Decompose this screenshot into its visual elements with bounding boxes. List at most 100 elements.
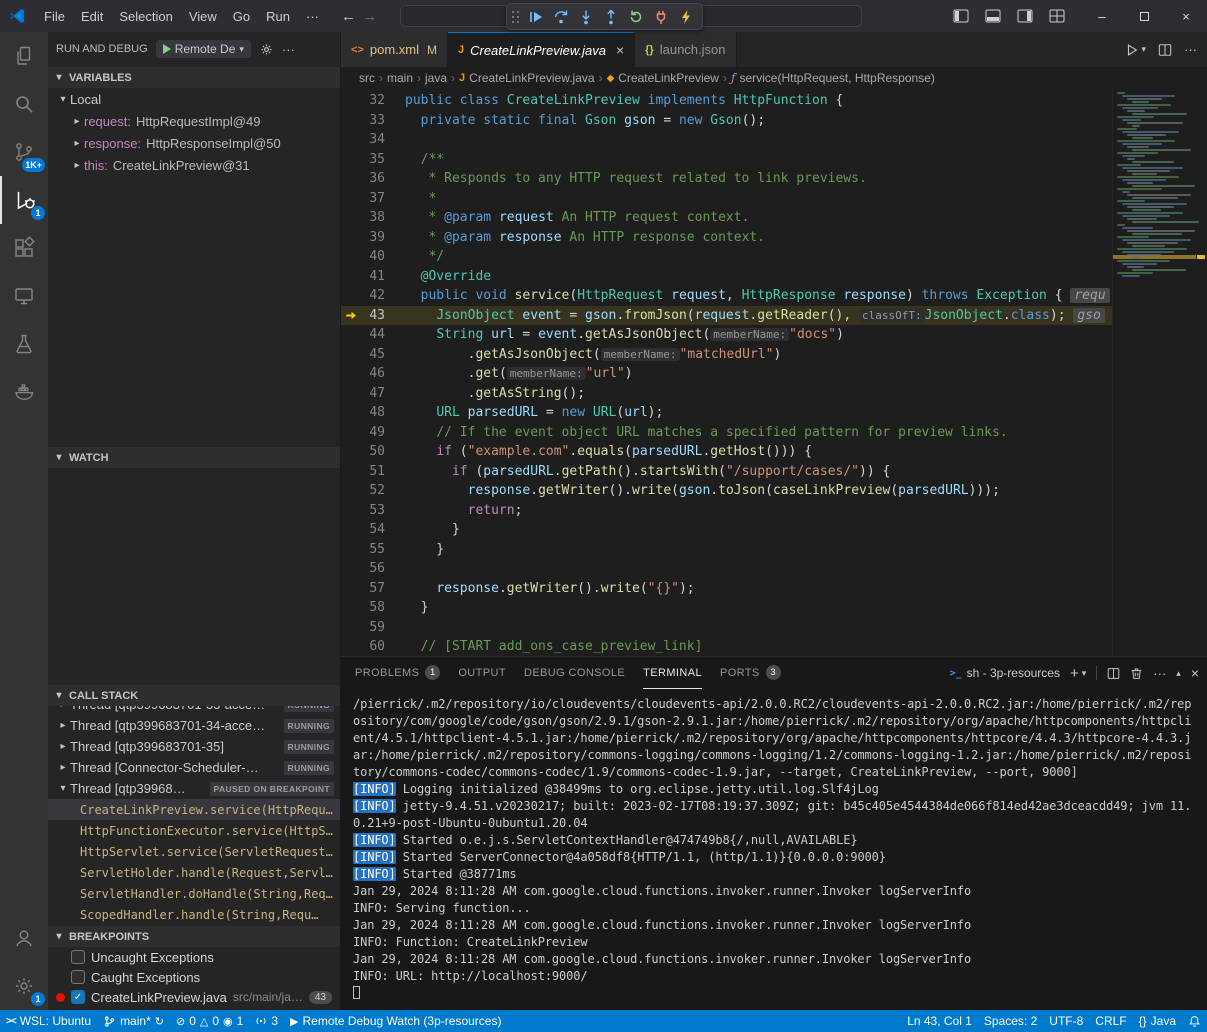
code-line-38[interactable]: 38 * @param request An HTTP request cont… [341, 208, 1112, 228]
tab-output[interactable]: OUTPUT [458, 657, 506, 689]
line-number-gutter[interactable]: 34 [341, 130, 405, 150]
hot-code-replace-icon[interactable] [674, 5, 697, 28]
code-line-59[interactable]: 59 [341, 618, 1112, 638]
code-line-36[interactable]: 36 * Responds to any HTTP request relate… [341, 169, 1112, 189]
run-file-button[interactable]: ▾ [1125, 43, 1146, 57]
line-number-gutter[interactable]: 50 [341, 442, 405, 462]
line-number-gutter[interactable]: 42 [341, 286, 405, 306]
breadcrumb-class[interactable]: CreateLinkPreview [618, 71, 719, 85]
code-line-56[interactable]: 56 [341, 559, 1112, 579]
tab-createlinkpreview-java[interactable]: J CreateLinkPreview.java × [448, 32, 635, 67]
breadcrumb-main[interactable]: main [387, 71, 413, 85]
call-stack-section-header[interactable]: ▾ CALL STACK [48, 684, 340, 706]
line-number-gutter[interactable]: 54 [341, 520, 405, 540]
code-line-48[interactable]: 48 URL parsedURL = new URL(url); [341, 403, 1112, 423]
line-number-gutter[interactable]: 59 [341, 618, 405, 638]
code-line-43[interactable]: 43 JsonObject event = gson.fromJson(requ… [341, 306, 1112, 326]
maximize-button[interactable] [1123, 0, 1165, 32]
tab-debug-console[interactable]: DEBUG CONSOLE [524, 657, 625, 689]
stack-frame-row[interactable]: ServletHandler.doHandle(String,Reque… [48, 883, 340, 904]
thread-row[interactable]: ▸Thread [Connector-Scheduler-…RUNNING [48, 757, 340, 778]
code-line-52[interactable]: 52 response.getWriter().write(gson.toJso… [341, 481, 1112, 501]
line-number-gutter[interactable]: 32 [341, 91, 405, 111]
stack-frame-row[interactable]: CreateLinkPreview.service(HttpReques… [48, 799, 340, 820]
code-line-51[interactable]: 51 if (parsedURL.getPath().startsWith("/… [341, 462, 1112, 482]
breakpoint-row[interactable]: Uncaught Exceptions [48, 947, 340, 967]
code-line-50[interactable]: 50 if ("example.com".equals(parsedURL.ge… [341, 442, 1112, 462]
forward-arrow-icon[interactable]: → [362, 8, 377, 25]
debug-step-into-icon[interactable] [574, 5, 597, 28]
activity-explorer-icon[interactable] [0, 32, 48, 80]
line-number-gutter[interactable]: 58 [341, 598, 405, 618]
line-number-gutter[interactable]: 60 [341, 637, 405, 656]
menu-edit[interactable]: Edit [73, 5, 111, 28]
code-line-54[interactable]: 54 } [341, 520, 1112, 540]
eol-status[interactable]: CRLF [1089, 1010, 1132, 1032]
toggle-panel-icon[interactable] [979, 4, 1007, 28]
code-line-55[interactable]: 55 } [341, 540, 1112, 560]
line-number-gutter[interactable]: 57 [341, 579, 405, 599]
code-lines[interactable]: 32public class CreateLinkPreview impleme… [341, 91, 1112, 656]
encoding-status[interactable]: UTF-8 [1043, 1010, 1089, 1032]
code-line-42[interactable]: 42 public void service(HttpRequest reque… [341, 286, 1112, 306]
code-line-39[interactable]: 39 * @param response An HTTP response co… [341, 228, 1112, 248]
thread-row[interactable]: ▸Thread [qtp399683701-33-acce…RUNNING [48, 706, 340, 715]
breakpoints-section-header[interactable]: ▾ BREAKPOINTS [48, 925, 340, 947]
close-window-button[interactable]: × [1165, 0, 1207, 32]
line-number-gutter[interactable]: 43 [341, 306, 405, 326]
split-terminal-icon[interactable] [1107, 667, 1120, 680]
stack-frame-row[interactable]: ServletHolder.handle(Request,Servlet… [48, 862, 340, 883]
debug-continue-icon[interactable] [524, 5, 547, 28]
debug-restart-icon[interactable] [624, 5, 647, 28]
line-number-gutter[interactable]: 56 [341, 559, 405, 579]
debug-task-status[interactable]: ▶ Remote Debug Watch (3p-resources) [284, 1010, 507, 1032]
line-number-gutter[interactable]: 39 [341, 228, 405, 248]
activity-extensions-icon[interactable] [0, 224, 48, 272]
code-line-41[interactable]: 41 @Override [341, 267, 1112, 287]
problems-status[interactable]: ⊘0 △0 ◉1 [170, 1010, 249, 1032]
sidebar-more-actions-icon[interactable]: ··· [282, 42, 295, 57]
maximize-panel-icon[interactable]: ▴ [1176, 668, 1181, 679]
menu-go[interactable]: Go [225, 5, 258, 28]
code-line-47[interactable]: 47 .getAsString(); [341, 384, 1112, 404]
variables-section-header[interactable]: ▾ VARIABLES [48, 66, 340, 88]
tab-launch-json[interactable]: {} launch.json [635, 32, 736, 67]
breakpoint-row[interactable]: Caught Exceptions [48, 967, 340, 987]
line-number-gutter[interactable]: 51 [341, 462, 405, 482]
line-number-gutter[interactable]: 47 [341, 384, 405, 404]
terminal-instance-select[interactable]: >_ sh - 3p-resources [950, 666, 1060, 680]
code-line-49[interactable]: 49 // If the event object URL matches a … [341, 423, 1112, 443]
tab-pom-xml[interactable]: <> pom.xml M [341, 32, 448, 67]
line-number-gutter[interactable]: 33 [341, 111, 405, 131]
activity-run-debug-icon[interactable]: 1 [0, 176, 48, 224]
cursor-position[interactable]: Ln 43, Col 1 [901, 1010, 978, 1032]
menu-selection[interactable]: Selection [111, 5, 180, 28]
line-number-gutter[interactable]: 41 [341, 267, 405, 287]
stack-frame-row[interactable]: ScopedHandler.handle(String,Requ… [48, 904, 340, 925]
variable-row[interactable]: ▸request:HttpRequestImpl@49 [48, 110, 340, 132]
variable-row[interactable]: ▸this:CreateLinkPreview@31 [48, 154, 340, 176]
terminal-output[interactable]: /pierrick/.m2/repository/io/cloudevents/… [341, 689, 1207, 1010]
split-editor-icon[interactable] [1158, 43, 1172, 57]
line-number-gutter[interactable]: 53 [341, 501, 405, 521]
menu-overflow[interactable]: ··· [298, 5, 327, 28]
code-line-33[interactable]: 33 private static final Gson gson = new … [341, 111, 1112, 131]
code-line-34[interactable]: 34 [341, 130, 1112, 150]
stack-frame-row[interactable]: HttpFunctionExecutor.service(HttpSer… [48, 820, 340, 841]
line-number-gutter[interactable]: 35 [341, 150, 405, 170]
line-number-gutter[interactable]: 46 [341, 364, 405, 384]
activity-remote-explorer-icon[interactable] [0, 272, 48, 320]
line-number-gutter[interactable]: 40 [341, 247, 405, 267]
line-number-gutter[interactable]: 48 [341, 403, 405, 423]
indentation-status[interactable]: Spaces: 2 [978, 1010, 1043, 1032]
customize-layout-icon[interactable] [1043, 4, 1071, 28]
tab-problems[interactable]: PROBLEMS1 [355, 657, 440, 689]
line-number-gutter[interactable]: 52 [341, 481, 405, 501]
menu-file[interactable]: File [36, 5, 73, 28]
code-line-45[interactable]: 45 .getAsJsonObject(memberName:"matchedU… [341, 345, 1112, 365]
new-terminal-button[interactable]: +▾ [1070, 665, 1086, 682]
debug-step-over-icon[interactable] [549, 5, 572, 28]
code-line-57[interactable]: 57 response.getWriter().write("{}"); [341, 579, 1112, 599]
close-panel-icon[interactable]: × [1191, 665, 1199, 681]
toggle-sidebar-icon[interactable] [947, 4, 975, 28]
